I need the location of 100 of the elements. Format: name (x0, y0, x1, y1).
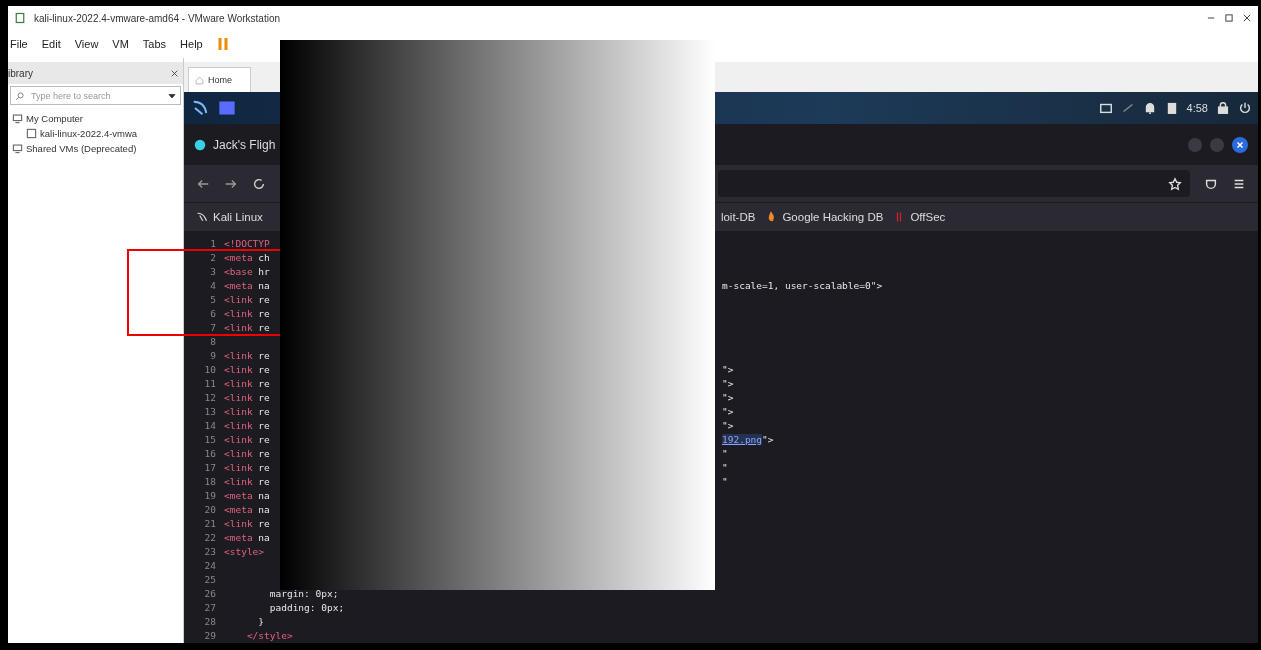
code-text: " (722, 447, 729, 461)
code-text: <link re (224, 307, 271, 321)
code-text: "> (722, 405, 735, 419)
code-text: <link re (224, 293, 271, 307)
code-text: m-scale=1, user-scalable=0"> (722, 279, 884, 293)
lock-icon[interactable] (1216, 101, 1230, 115)
code-text: <base hr (224, 265, 271, 279)
search-box[interactable]: Type here to search (10, 86, 181, 105)
code-text: " (722, 475, 729, 489)
code-text: <link re (224, 419, 271, 433)
line-number: 5 (209, 293, 216, 307)
window-title: kali-linux-2022.4-vmware-amd64 - VMware Workstation (34, 12, 281, 24)
bookmark[interactable]: loit-DB (720, 211, 756, 223)
line-number: 2 (209, 251, 216, 265)
code-text: " (722, 461, 729, 475)
line-number: 17 (203, 461, 216, 475)
line-number: 15 (203, 433, 216, 447)
line-number: 23 (203, 545, 216, 559)
code-text: padding: 0px; (268, 601, 346, 615)
line-number: 21 (203, 517, 216, 531)
line-number: 7 (209, 321, 216, 335)
tree-item[interactable]: kali-linux-2022.4-vmwa (40, 128, 138, 139)
reload-icon[interactable] (252, 176, 266, 191)
code-text: <link re (224, 405, 271, 419)
close-icon[interactable] (170, 68, 179, 78)
code-text: margin: 0px; (268, 587, 340, 601)
code-text: <link re (224, 377, 271, 391)
app-icon (14, 12, 26, 24)
home-icon (195, 75, 204, 85)
code-text: <link re (224, 447, 271, 461)
code-text: "> (722, 363, 735, 377)
code-text: <link re (224, 391, 271, 405)
dropdown-icon[interactable] (168, 91, 176, 100)
line-number: 26 (203, 587, 216, 601)
home-tab[interactable]: Home (188, 67, 251, 92)
code-text: <link re (224, 363, 271, 377)
close-icon (1236, 140, 1244, 149)
power-icon[interactable] (1238, 101, 1252, 115)
clock: 4:58 (1186, 102, 1208, 114)
line-number: 29 (203, 629, 216, 643)
code-text: <link re (224, 349, 271, 363)
line-number: 20 (203, 503, 216, 517)
line-number: 11 (203, 377, 216, 391)
code-text: <style> (224, 545, 266, 559)
code-text: <link re (224, 433, 271, 447)
menu-item[interactable]: VM (110, 38, 131, 50)
line-number: 18 (203, 475, 216, 489)
line-number: 9 (209, 349, 216, 363)
code-text: } (257, 615, 266, 629)
code-text: "> (722, 391, 735, 405)
menu-item[interactable]: Edit (39, 38, 63, 50)
maximize-icon[interactable] (1224, 13, 1234, 23)
code-text: <link re (224, 475, 271, 489)
line-number: 13 (203, 405, 216, 419)
browser-tab[interactable]: Jack's Fligh (194, 137, 276, 152)
line-number: 25 (203, 573, 216, 587)
line-number: 22 (203, 531, 216, 545)
line-number: 3 (209, 265, 216, 279)
code-text: <link re (224, 517, 271, 531)
vm-icon (26, 128, 37, 139)
computer-icon (12, 113, 23, 124)
line-number: 27 (203, 601, 216, 615)
menu-item[interactable]: Help (178, 38, 205, 50)
menu-item[interactable]: File (8, 38, 30, 50)
code-text: 192.png"> (722, 433, 775, 447)
search-field[interactable]: Type here to search (29, 89, 164, 102)
star-icon[interactable] (1168, 176, 1182, 191)
code-text: <link re (224, 321, 271, 335)
close-button[interactable] (1232, 136, 1248, 153)
code-text: "> (722, 419, 735, 433)
code-text: <meta na (224, 489, 271, 503)
line-number: 10 (203, 363, 216, 377)
code-text: <meta ch (224, 251, 271, 265)
menu-item[interactable]: Tabs (140, 38, 169, 50)
desktop-icon[interactable] (218, 99, 236, 117)
tree-item[interactable]: My Computer (26, 113, 83, 124)
line-number: 4 (209, 279, 216, 293)
computer-icon (12, 143, 23, 154)
code-text: <meta na (224, 503, 271, 517)
search-icon (15, 90, 25, 101)
line-number: 8 (209, 335, 216, 349)
window-icon[interactable] (1098, 101, 1113, 115)
code-text: <meta na (224, 531, 271, 545)
close-icon[interactable] (1242, 13, 1252, 23)
line-number: 28 (203, 615, 216, 629)
bookmark[interactable]: Kali Linux (196, 211, 263, 223)
line-number: 6 (209, 307, 216, 321)
line-number: 12 (203, 391, 216, 405)
code-text: <meta na (224, 279, 271, 293)
code-text: "> (722, 377, 735, 391)
bookmark[interactable]: OffSec (893, 211, 946, 223)
tree-item[interactable]: Shared VMs (Deprecated) (26, 143, 137, 154)
library-title: ibrary (8, 67, 33, 79)
code-text: <!DOCTYP (224, 237, 271, 251)
line-number: 16 (203, 447, 216, 461)
line-number: 1 (209, 237, 216, 251)
code-text: <link re (224, 461, 271, 475)
menu-item[interactable]: View (72, 38, 101, 50)
bookmark[interactable]: Google Hacking DB (765, 211, 884, 223)
line-number: 14 (203, 419, 216, 433)
